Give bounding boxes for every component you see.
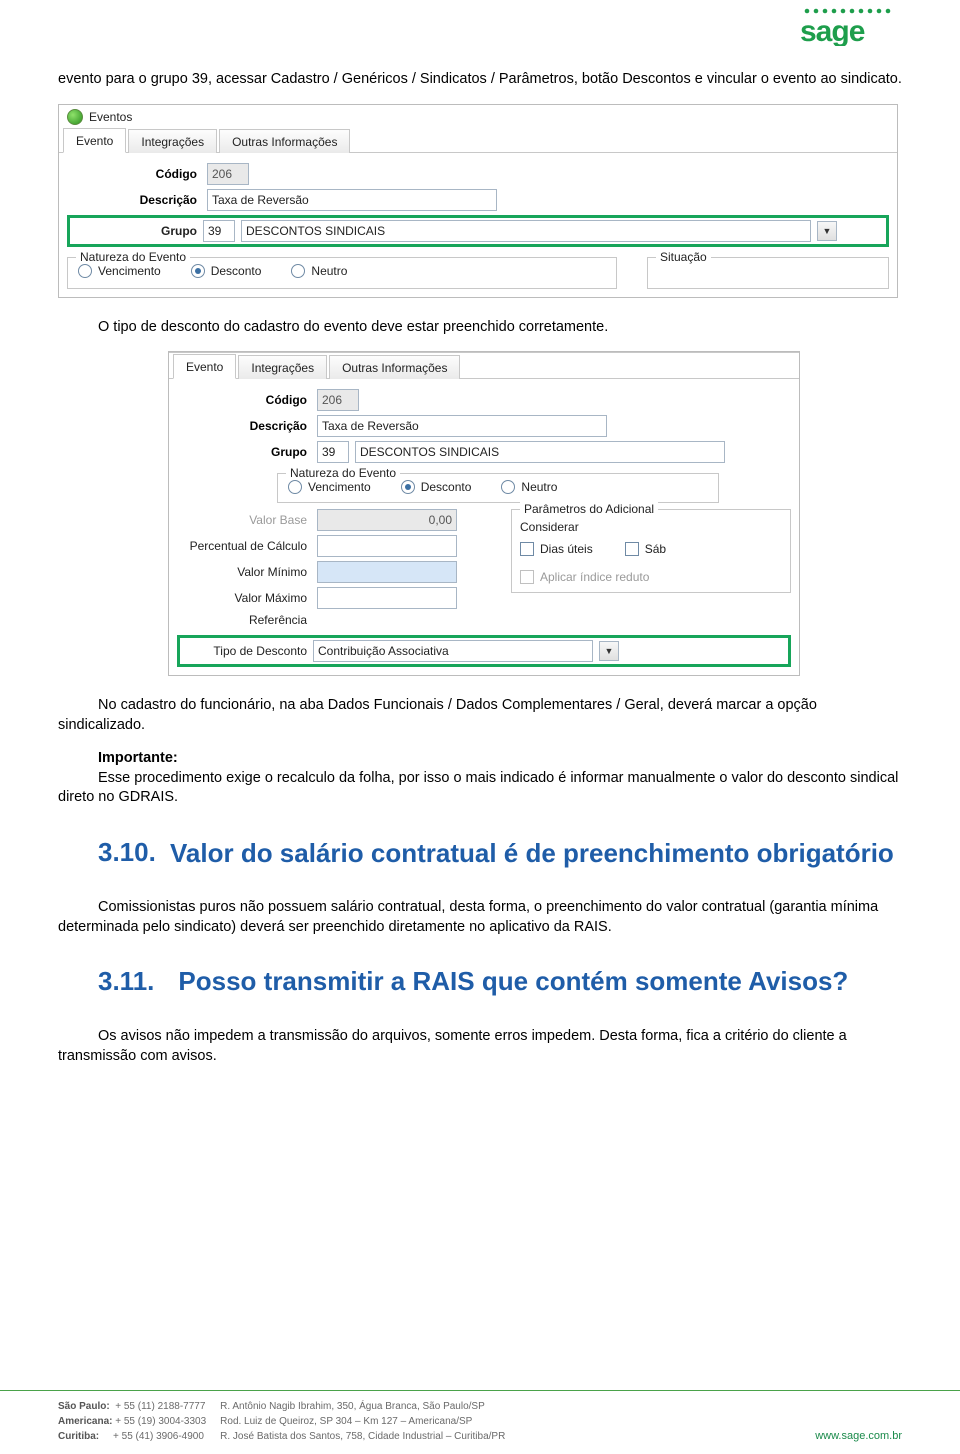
screenshot-eventos-1: Eventos Evento Integrações Outras Inform… — [58, 104, 898, 298]
paragraph-tipo-desconto: O tipo de desconto do cadastro do evento… — [58, 318, 902, 338]
paragraph-3-10: Comissionistas puros não possuem salário… — [58, 898, 902, 937]
groupbox-param-adicional-title: Parâmetros do Adicional — [520, 502, 658, 516]
field-valor-minimo[interactable] — [317, 561, 457, 583]
checkbox-sab[interactable] — [625, 542, 639, 556]
label-grupo: Grupo — [73, 224, 197, 238]
groupbox-situacao-title: Situação — [656, 250, 711, 264]
field-percentual[interactable] — [317, 535, 457, 557]
grupo-dropdown-button[interactable]: ▼ — [817, 221, 837, 241]
checkbox-aplicar-indice[interactable] — [520, 570, 534, 584]
paragraph-3-11: Os avisos não impedem a transmissão do a… — [58, 1027, 902, 1066]
radio-desconto[interactable] — [191, 264, 205, 278]
label-neutro: Neutro — [311, 264, 347, 278]
field-grupo-desc[interactable]: DESCONTOS SINDICAIS — [241, 220, 811, 242]
label-codigo-2: Código — [177, 393, 311, 407]
label-vencimento: Vencimento — [98, 264, 161, 278]
label-percentual: Percentual de Cálculo — [177, 539, 311, 553]
heading-3-11: 3.11.Posso transmitir a RAIS que contém … — [98, 963, 902, 1001]
radio-neutro[interactable] — [291, 264, 305, 278]
radio-neutro-2[interactable] — [501, 480, 515, 494]
tab-integracoes-2[interactable]: Integrações — [238, 355, 327, 379]
label-considerar: Considerar — [520, 520, 782, 534]
field-codigo[interactable]: 206 — [207, 163, 249, 185]
radio-desconto-2[interactable] — [401, 480, 415, 494]
field-grupo-num-2[interactable]: 39 — [317, 441, 349, 463]
field-descricao[interactable]: Taxa de Reversão — [207, 189, 497, 211]
heading-3-10: 3.10.Valor do salário contratual é de pr… — [98, 834, 902, 872]
label-desconto: Desconto — [211, 264, 262, 278]
label-valor-min: Valor Mínimo — [177, 565, 311, 579]
tab-outras-informacoes[interactable]: Outras Informações — [219, 129, 350, 153]
tab-integracoes[interactable]: Integrações — [128, 129, 217, 153]
checkbox-dias-uteis[interactable] — [520, 542, 534, 556]
label-valor-max: Valor Máximo — [177, 591, 311, 605]
field-grupo-desc-2[interactable]: DESCONTOS SINDICAIS — [355, 441, 725, 463]
radio-vencimento[interactable] — [78, 264, 92, 278]
label-valor-base: Valor Base — [177, 513, 311, 527]
tab-evento[interactable]: Evento — [63, 128, 126, 153]
tab-evento-2[interactable]: Evento — [173, 354, 236, 379]
field-valor-base[interactable]: 0,00 — [317, 509, 457, 531]
svg-text:sage: sage — [800, 15, 865, 46]
field-grupo-num[interactable]: 39 — [203, 220, 235, 242]
field-codigo-2[interactable]: 206 — [317, 389, 359, 411]
footer-site-url: www.sage.com.br — [815, 1430, 902, 1442]
tab-outras-informacoes-2[interactable]: Outras Informações — [329, 355, 460, 379]
field-tipo-desconto[interactable]: Contribuição Associativa — [313, 640, 593, 662]
groupbox-natureza-title: Natureza do Evento — [76, 250, 190, 264]
field-valor-maximo[interactable] — [317, 587, 457, 609]
radio-vencimento-2[interactable] — [288, 480, 302, 494]
label-grupo-2: Grupo — [177, 445, 311, 459]
label-descricao-2: Descrição — [177, 419, 311, 433]
page-footer: São Paulo: + 55 (11) 2188-7777 Americana… — [0, 1390, 960, 1454]
sage-logo: sage — [797, 4, 902, 46]
groupbox-natureza-title-2: Natureza do Evento — [286, 466, 400, 480]
highlight-grupo: Grupo 39 DESCONTOS SINDICAIS ▼ — [67, 215, 889, 247]
tipo-desconto-dropdown-button[interactable]: ▼ — [599, 641, 619, 661]
paragraph-importante: Importante: Esse procedimento exige o re… — [58, 749, 902, 808]
window-title: Eventos — [89, 110, 132, 124]
paragraph-funcionario: No cadastro do funcionário, na aba Dados… — [58, 696, 902, 735]
label-referencia: Referência — [177, 613, 311, 627]
field-descricao-2[interactable]: Taxa de Reversão — [317, 415, 607, 437]
label-descricao: Descrição — [67, 193, 201, 207]
paragraph-intro: evento para o grupo 39, acessar Cadastro… — [58, 70, 902, 90]
label-tipo-desconto: Tipo de Desconto — [183, 644, 307, 658]
label-codigo: Código — [67, 167, 201, 181]
screenshot-eventos-2: Evento Integrações Outras Informações Có… — [168, 351, 800, 676]
app-icon — [67, 109, 83, 125]
